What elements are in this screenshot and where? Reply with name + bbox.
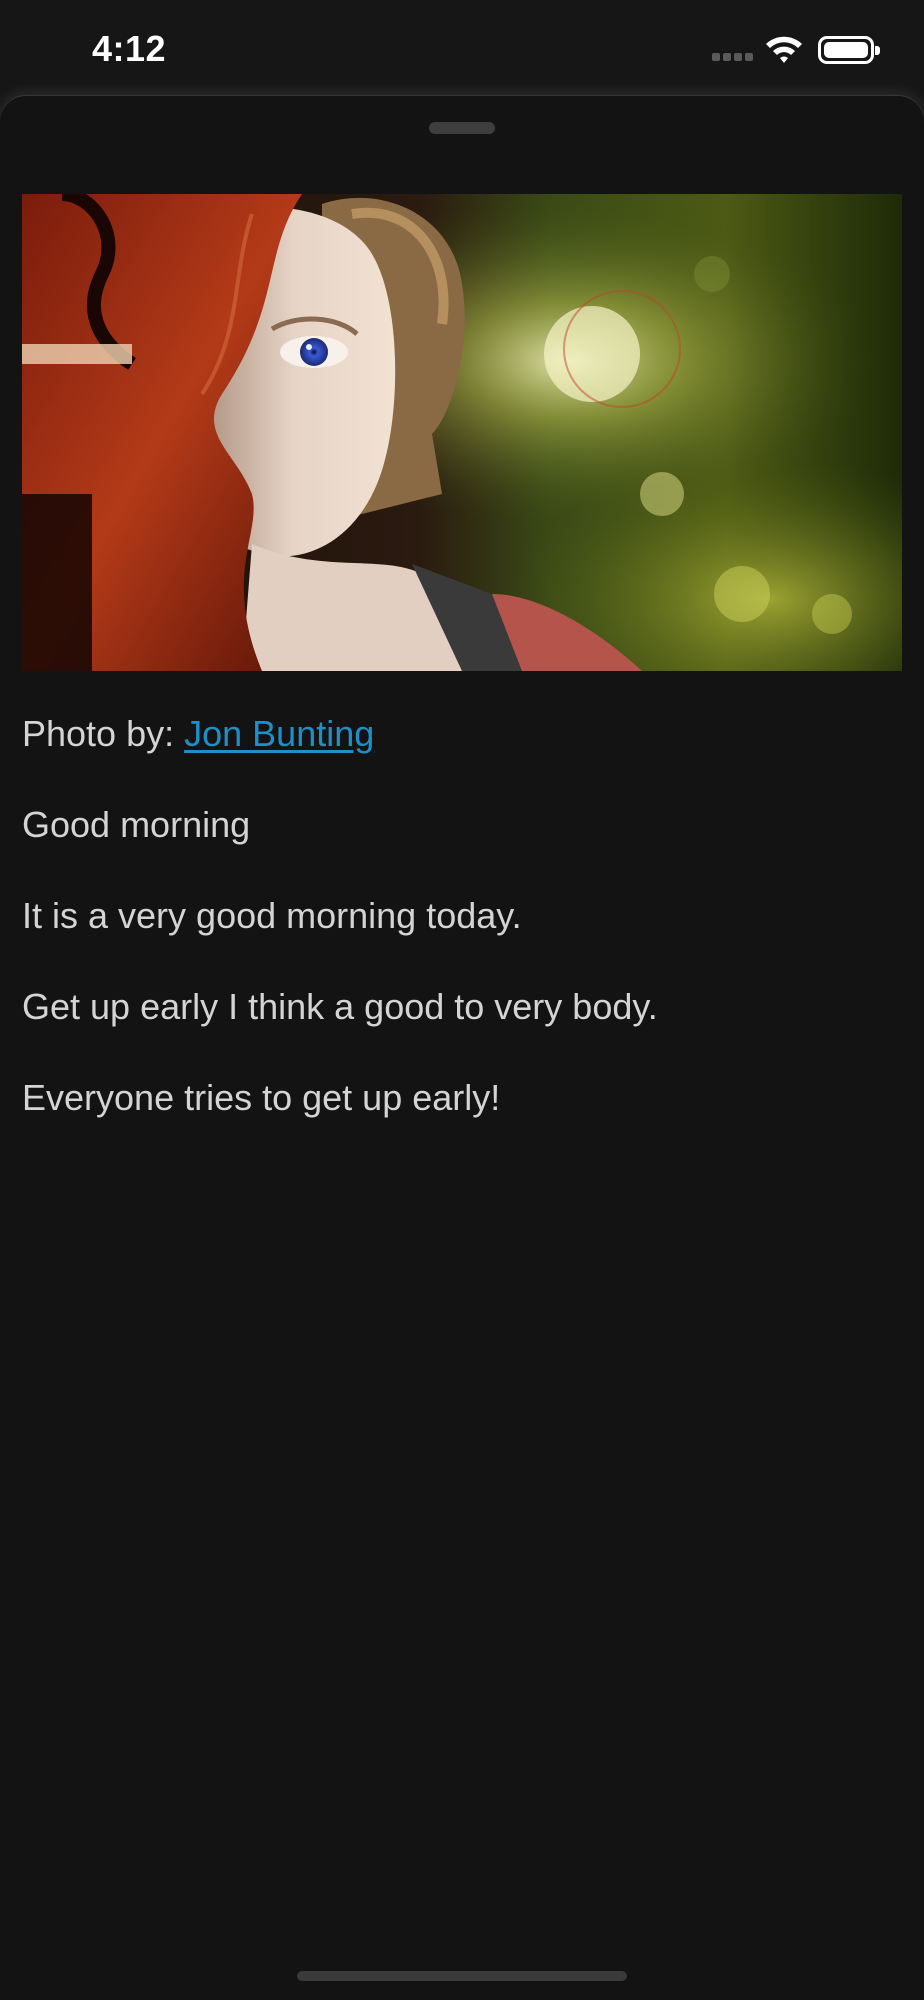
photographer-link[interactable]: Jon Bunting bbox=[184, 713, 374, 754]
status-time: 4:12 bbox=[92, 28, 167, 69]
battery-icon bbox=[818, 36, 880, 64]
status-bar: 4:12 bbox=[0, 0, 924, 100]
paragraph: It is a very good morning today. bbox=[22, 895, 522, 936]
home-indicator[interactable] bbox=[297, 1971, 627, 1981]
modal-sheet: Photo by: Jon Bunting Good morning It is… bbox=[0, 96, 924, 2000]
photo-credit-prefix: Photo by: bbox=[22, 713, 185, 754]
photo-credit: Photo by: Jon Bunting bbox=[22, 712, 902, 756]
paragraph: Everyone tries to get up early! bbox=[22, 1077, 501, 1118]
paragraph: Get up early I think a good to very body… bbox=[22, 986, 658, 1027]
cellular-signal-icon bbox=[712, 53, 756, 63]
sheet-grabber-handle[interactable] bbox=[429, 122, 495, 134]
paragraph: Good morning bbox=[22, 804, 251, 845]
child-with-violin-photo bbox=[22, 194, 902, 671]
article-text: Photo by: Jon Bunting Good morning It is… bbox=[22, 712, 902, 1167]
wifi-icon bbox=[764, 34, 804, 64]
